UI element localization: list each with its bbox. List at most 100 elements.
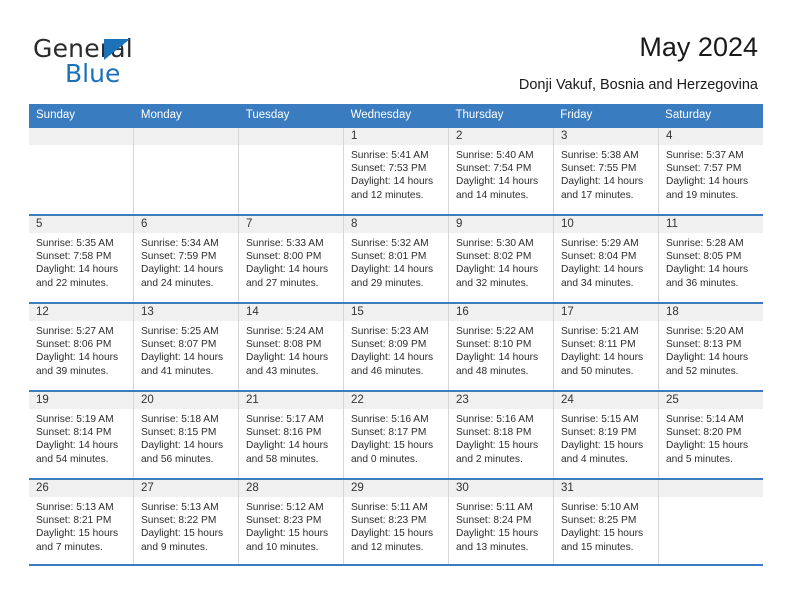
day-number <box>134 128 238 145</box>
calendar-day-22[interactable]: 22 Sunrise: 5:16 AM Sunset: 8:17 PM Dayligh… <box>344 392 449 478</box>
day-detail-line: Daylight: 15 hours <box>141 528 224 540</box>
day-number: 13 <box>134 304 238 321</box>
day-detail-line: and 2 minutes. <box>456 453 523 465</box>
day-detail-line: and 24 minutes. <box>141 277 214 289</box>
day-detail-line: Sunrise: 5:34 AM <box>141 238 219 249</box>
day-details: Sunrise: 5:27 AM Sunset: 8:06 PM Daylight:… <box>29 321 133 378</box>
day-number: 23 <box>449 392 553 409</box>
calendar-day-19[interactable]: 19 Sunrise: 5:19 AM Sunset: 8:14 PM Dayligh… <box>29 392 134 478</box>
day-detail-line: Sunset: 8:07 PM <box>141 339 217 351</box>
calendar-day-16[interactable]: 16 Sunrise: 5:22 AM Sunset: 8:10 PM Dayligh… <box>449 304 554 390</box>
day-detail-line: and 54 minutes. <box>36 453 109 465</box>
day-detail-line: and 12 minutes. <box>351 541 424 553</box>
day-details: Sunrise: 5:34 AM Sunset: 7:59 PM Daylight:… <box>134 233 238 290</box>
calendar-day-1[interactable]: 1 Sunrise: 5:41 AM Sunset: 7:53 PM Daylight… <box>344 128 449 214</box>
calendar-day-empty <box>659 480 763 564</box>
calendar-day-18[interactable]: 18 Sunrise: 5:20 AM Sunset: 8:13 PM Dayligh… <box>659 304 763 390</box>
day-detail-line: Sunset: 7:58 PM <box>36 251 112 263</box>
calendar-day-8[interactable]: 8 Sunrise: 5:32 AM Sunset: 8:01 PM Daylight… <box>344 216 449 302</box>
calendar-day-28[interactable]: 28 Sunrise: 5:12 AM Sunset: 8:23 PM Dayligh… <box>239 480 344 564</box>
day-details <box>659 497 763 501</box>
day-detail-line: Sunset: 8:15 PM <box>141 427 217 439</box>
day-detail-line: Daylight: 14 hours <box>36 352 119 364</box>
day-detail-line: Sunrise: 5:13 AM <box>141 502 219 513</box>
calendar-day-10[interactable]: 10 Sunrise: 5:29 AM Sunset: 8:04 PM Dayligh… <box>554 216 659 302</box>
day-detail-line: Sunset: 8:20 PM <box>666 427 742 439</box>
day-number: 30 <box>449 480 553 497</box>
calendar-day-12[interactable]: 12 Sunrise: 5:27 AM Sunset: 8:06 PM Dayligh… <box>29 304 134 390</box>
day-number: 2 <box>449 128 553 145</box>
calendar-day-4[interactable]: 4 Sunrise: 5:37 AM Sunset: 7:57 PM Daylight… <box>659 128 763 214</box>
day-detail-line: Sunset: 8:23 PM <box>246 515 322 527</box>
day-detail-line: Daylight: 14 hours <box>666 352 749 364</box>
day-number <box>29 128 133 145</box>
day-detail-line: Sunrise: 5:18 AM <box>141 414 219 425</box>
day-detail-line: Daylight: 14 hours <box>456 176 539 188</box>
day-number: 21 <box>239 392 343 409</box>
day-detail-line: Daylight: 14 hours <box>141 264 224 276</box>
day-detail-line: Daylight: 15 hours <box>36 528 119 540</box>
calendar-day-25[interactable]: 25 Sunrise: 5:14 AM Sunset: 8:20 PM Dayligh… <box>659 392 763 478</box>
calendar-day-7[interactable]: 7 Sunrise: 5:33 AM Sunset: 8:00 PM Daylight… <box>239 216 344 302</box>
calendar-day-31[interactable]: 31 Sunrise: 5:10 AM Sunset: 8:25 PM Dayligh… <box>554 480 659 564</box>
day-details: Sunrise: 5:20 AM Sunset: 8:13 PM Daylight:… <box>659 321 763 378</box>
day-detail-line: and 50 minutes. <box>561 365 634 377</box>
day-detail-line: Daylight: 14 hours <box>141 440 224 452</box>
day-details: Sunrise: 5:37 AM Sunset: 7:57 PM Daylight:… <box>659 145 763 202</box>
weekday-header-row: Sunday Monday Tuesday Wednesday Thursday Frid… <box>29 104 763 126</box>
calendar-day-9[interactable]: 9 Sunrise: 5:30 AM Sunset: 8:02 PM Daylight… <box>449 216 554 302</box>
day-detail-line: Sunset: 8:08 PM <box>246 339 322 351</box>
calendar-day-26[interactable]: 26 Sunrise: 5:13 AM Sunset: 8:21 PM Dayligh… <box>29 480 134 564</box>
calendar-day-24[interactable]: 24 Sunrise: 5:15 AM Sunset: 8:19 PM Dayligh… <box>554 392 659 478</box>
day-detail-line: Sunrise: 5:22 AM <box>456 326 534 337</box>
day-detail-line: and 36 minutes. <box>666 277 739 289</box>
calendar-day-2[interactable]: 2 Sunrise: 5:40 AM Sunset: 7:54 PM Daylight… <box>449 128 554 214</box>
day-number: 27 <box>134 480 238 497</box>
day-detail-line: Daylight: 14 hours <box>561 264 644 276</box>
calendar-day-29[interactable]: 29 Sunrise: 5:11 AM Sunset: 8:23 PM Dayligh… <box>344 480 449 564</box>
day-number: 28 <box>239 480 343 497</box>
day-detail-line: Daylight: 14 hours <box>561 352 644 364</box>
day-detail-line: Daylight: 15 hours <box>456 528 539 540</box>
day-details: Sunrise: 5:30 AM Sunset: 8:02 PM Daylight:… <box>449 233 553 290</box>
day-number: 5 <box>29 216 133 233</box>
day-detail-line: Sunrise: 5:24 AM <box>246 326 324 337</box>
day-detail-line: Daylight: 14 hours <box>141 352 224 364</box>
calendar-day-3[interactable]: 3 Sunrise: 5:38 AM Sunset: 7:55 PM Daylight… <box>554 128 659 214</box>
day-number: 14 <box>239 304 343 321</box>
calendar-day-17[interactable]: 17 Sunrise: 5:21 AM Sunset: 8:11 PM Dayligh… <box>554 304 659 390</box>
calendar-day-27[interactable]: 27 Sunrise: 5:13 AM Sunset: 8:22 PM Dayligh… <box>134 480 239 564</box>
day-detail-line: Daylight: 14 hours <box>351 264 434 276</box>
calendar-day-30[interactable]: 30 Sunrise: 5:11 AM Sunset: 8:24 PM Dayligh… <box>449 480 554 564</box>
day-detail-line: Sunrise: 5:10 AM <box>561 502 639 513</box>
day-detail-line: Sunset: 8:01 PM <box>351 251 427 263</box>
day-detail-line: Sunrise: 5:35 AM <box>36 238 114 249</box>
calendar-day-5[interactable]: 5 Sunrise: 5:35 AM Sunset: 7:58 PM Daylight… <box>29 216 134 302</box>
day-detail-line: and 17 minutes. <box>561 189 634 201</box>
day-number: 29 <box>344 480 448 497</box>
day-detail-line: and 56 minutes. <box>141 453 214 465</box>
calendar-day-14[interactable]: 14 Sunrise: 5:24 AM Sunset: 8:08 PM Dayligh… <box>239 304 344 390</box>
day-detail-line: and 43 minutes. <box>246 365 319 377</box>
day-detail-line: Sunrise: 5:16 AM <box>351 414 429 425</box>
day-detail-line: Daylight: 14 hours <box>246 264 329 276</box>
calendar-day-20[interactable]: 20 Sunrise: 5:18 AM Sunset: 8:15 PM Dayligh… <box>134 392 239 478</box>
day-detail-line: and 58 minutes. <box>246 453 319 465</box>
day-detail-line: Sunset: 8:10 PM <box>456 339 532 351</box>
calendar-day-23[interactable]: 23 Sunrise: 5:16 AM Sunset: 8:18 PM Dayligh… <box>449 392 554 478</box>
calendar-day-21[interactable]: 21 Sunrise: 5:17 AM Sunset: 8:16 PM Dayligh… <box>239 392 344 478</box>
calendar-day-13[interactable]: 13 Sunrise: 5:25 AM Sunset: 8:07 PM Dayligh… <box>134 304 239 390</box>
day-number: 3 <box>554 128 658 145</box>
day-number: 25 <box>659 392 763 409</box>
day-detail-line: Sunset: 8:14 PM <box>36 427 112 439</box>
day-detail-line: Sunrise: 5:11 AM <box>351 502 428 513</box>
calendar-day-11[interactable]: 11 Sunrise: 5:28 AM Sunset: 8:05 PM Dayligh… <box>659 216 763 302</box>
day-detail-line: and 32 minutes. <box>456 277 529 289</box>
page-header: General Blue May 2024 Donji Vakuf, Bosni… <box>0 0 792 104</box>
day-number: 4 <box>659 128 763 145</box>
calendar-day-6[interactable]: 6 Sunrise: 5:34 AM Sunset: 7:59 PM Daylight… <box>134 216 239 302</box>
calendar-week-row: 26 Sunrise: 5:13 AM Sunset: 8:21 PM Dayligh… <box>29 478 763 566</box>
day-detail-line: and 15 minutes. <box>561 541 634 553</box>
generalblue-logo: General Blue <box>33 34 253 90</box>
calendar-day-15[interactable]: 15 Sunrise: 5:23 AM Sunset: 8:09 PM Dayligh… <box>344 304 449 390</box>
